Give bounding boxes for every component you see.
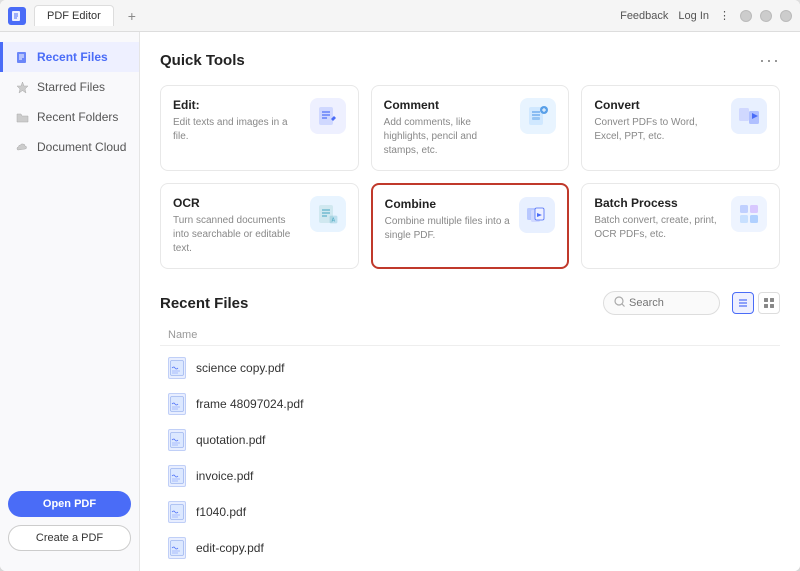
tool-card-combine-text: Combine Combine multiple files into a si… (385, 197, 512, 243)
files-list: science copy.pdf frame 48097024.pdf (160, 350, 780, 571)
sidebar-item-label: Recent Files (37, 50, 108, 64)
file-item[interactable]: invoice.pdf (160, 458, 780, 494)
pdf-file-icon (168, 429, 186, 451)
maximize-button[interactable] (760, 10, 772, 22)
sidebar-item-label: Recent Folders (37, 110, 118, 124)
starred-files-icon (15, 80, 29, 94)
tool-card-combine[interactable]: Combine Combine multiple files into a si… (371, 183, 570, 269)
tool-card-combine-desc: Combine multiple files into a single PDF… (385, 215, 512, 243)
file-item[interactable]: edit-copy.pdf (160, 530, 780, 566)
recent-files-title: Recent Files (160, 295, 248, 312)
feedback-button[interactable]: Feedback (620, 10, 668, 22)
minimize-button[interactable] (740, 10, 752, 22)
search-input[interactable] (629, 297, 709, 309)
sidebar: Recent Files Starred Files Recent Folder… (0, 32, 140, 571)
tool-card-convert[interactable]: Convert Convert PDFs to Word, Excel, PPT… (581, 85, 780, 171)
file-item[interactable]: quotation.pdf (160, 422, 780, 458)
sidebar-bottom: Open PDF Create a PDF (0, 481, 139, 561)
tool-card-comment[interactable]: Comment Add comments, like highlights, p… (371, 85, 570, 171)
file-item[interactable]: f1040.pdf (160, 494, 780, 530)
search-icon (614, 296, 625, 310)
login-button[interactable]: Log In (678, 10, 709, 22)
tool-card-edit-text: Edit: Edit texts and images in a file. (173, 98, 302, 144)
new-tab-button[interactable]: + (122, 8, 142, 24)
menu-button[interactable]: ⋮ (719, 9, 730, 22)
tool-card-edit[interactable]: Edit: Edit texts and images in a file. (160, 85, 359, 171)
sidebar-item-recent-files[interactable]: Recent Files (0, 42, 139, 72)
tool-card-ocr-desc: Turn scanned documents into searchable o… (173, 214, 302, 256)
quick-tools-title: Quick Tools (160, 52, 245, 69)
search-bar[interactable] (603, 291, 720, 315)
tool-card-batch-process[interactable]: Batch Process Batch convert, create, pri… (581, 183, 780, 269)
recent-files-controls (603, 291, 780, 315)
sidebar-item-recent-folders[interactable]: Recent Folders (0, 102, 139, 132)
tool-card-comment-text: Comment Add comments, like highlights, p… (384, 98, 513, 158)
file-item[interactable]: frame 48097024.pdf (160, 386, 780, 422)
open-pdf-button[interactable]: Open PDF (8, 491, 131, 517)
file-name: f1040.pdf (196, 505, 246, 519)
files-column-name: Name (160, 325, 780, 346)
edit-tool-icon (310, 98, 346, 134)
titlebar: PDF Editor + Feedback Log In ⋮ (0, 0, 800, 32)
tool-card-batch-desc: Batch convert, create, print, OCR PDFs, … (594, 214, 723, 242)
tool-card-combine-title: Combine (385, 197, 512, 211)
view-controls (732, 292, 780, 314)
pdf-file-icon (168, 465, 186, 487)
tool-card-batch-title: Batch Process (594, 196, 723, 210)
pdf-file-icon (168, 537, 186, 559)
tool-card-convert-title: Convert (594, 98, 723, 112)
tool-card-ocr-title: OCR (173, 196, 302, 210)
pdf-file-icon (168, 357, 186, 379)
main-content: Recent Files Starred Files Recent Folder… (0, 32, 800, 571)
svg-text:A: A (331, 218, 335, 224)
combine-tool-icon (519, 197, 555, 233)
tool-card-edit-title: Edit: (173, 98, 302, 112)
file-name: frame 48097024.pdf (196, 397, 303, 411)
app-icon (8, 7, 26, 25)
titlebar-right: Feedback Log In ⋮ (620, 9, 792, 22)
close-button[interactable] (780, 10, 792, 22)
quick-tools-grid: Edit: Edit texts and images in a file. (160, 85, 780, 269)
content-area: Quick Tools ··· Edit: Edit texts and ima… (140, 32, 800, 571)
sidebar-item-label: Starred Files (37, 80, 105, 94)
file-item[interactable]: proposal.pdf (160, 566, 780, 571)
convert-tool-icon (731, 98, 767, 134)
file-name: science copy.pdf (196, 361, 285, 375)
file-name: edit-copy.pdf (196, 541, 264, 555)
recent-files-section-header: Recent Files (160, 291, 780, 315)
file-name: invoice.pdf (196, 469, 253, 483)
quick-tools-header: Quick Tools ··· (160, 50, 780, 71)
app-window: PDF Editor + Feedback Log In ⋮ (0, 0, 800, 571)
tool-card-edit-desc: Edit texts and images in a file. (173, 116, 302, 144)
sidebar-item-document-cloud[interactable]: Document Cloud (0, 132, 139, 162)
app-tab[interactable]: PDF Editor (34, 5, 114, 26)
titlebar-left: PDF Editor + (8, 5, 142, 26)
document-cloud-icon (15, 140, 29, 154)
file-name: quotation.pdf (196, 433, 265, 447)
ocr-tool-icon: A (310, 196, 346, 232)
quick-tools-more-button[interactable]: ··· (759, 50, 780, 71)
sidebar-item-label: Document Cloud (37, 140, 126, 154)
file-item[interactable]: science copy.pdf (160, 350, 780, 386)
pdf-file-icon (168, 501, 186, 523)
tool-card-ocr[interactable]: OCR Turn scanned documents into searchab… (160, 183, 359, 269)
window-controls (740, 10, 792, 22)
grid-view-button[interactable] (758, 292, 780, 314)
pdf-file-icon (168, 393, 186, 415)
create-pdf-button[interactable]: Create a PDF (8, 525, 131, 551)
tool-card-convert-desc: Convert PDFs to Word, Excel, PPT, etc. (594, 116, 723, 144)
tool-card-batch-text: Batch Process Batch convert, create, pri… (594, 196, 723, 242)
recent-folders-icon (15, 110, 29, 124)
sidebar-item-starred-files[interactable]: Starred Files (0, 72, 139, 102)
recent-files-icon (15, 50, 29, 64)
tool-card-comment-desc: Add comments, like highlights, pencil an… (384, 116, 513, 158)
comment-tool-icon (520, 98, 556, 134)
tool-card-ocr-text: OCR Turn scanned documents into searchab… (173, 196, 302, 256)
tool-card-convert-text: Convert Convert PDFs to Word, Excel, PPT… (594, 98, 723, 144)
tool-card-comment-title: Comment (384, 98, 513, 112)
list-view-button[interactable] (732, 292, 754, 314)
batch-tool-icon (731, 196, 767, 232)
